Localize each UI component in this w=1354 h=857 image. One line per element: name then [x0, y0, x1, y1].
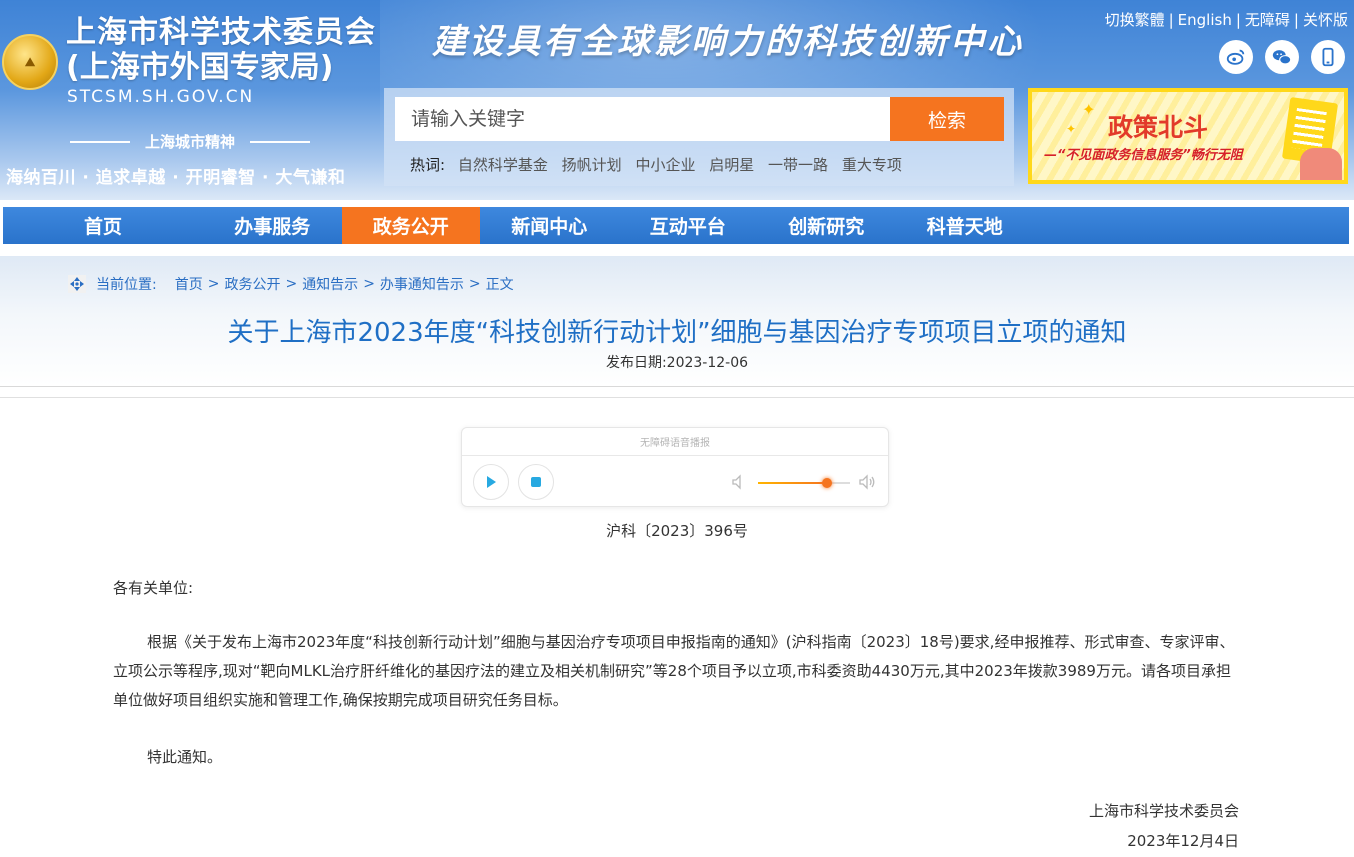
hot-words: 热词: 自然科学基金 扬帆计划 中小企业 启明星 一带一路 重大专项 — [410, 154, 911, 175]
hot-word-link[interactable]: 启明星 — [709, 156, 754, 174]
body-paragraph: 根据《关于发布上海市2023年度“科技创新行动计划”细胞与基因治疗专项项目申报指… — [113, 633, 1235, 709]
link-care-mode[interactable]: 关怀版 — [1303, 11, 1348, 29]
breadcrumb: 当前位置: 首页 > 政务公开 > 通知告示 > 办事通知告示 > 正文 — [68, 274, 514, 294]
article-header: 当前位置: 首页 > 政务公开 > 通知告示 > 办事通知告示 > 正文 关于上… — [0, 256, 1354, 387]
volume-low-icon[interactable] — [730, 473, 748, 491]
stop-icon — [531, 477, 541, 487]
hot-word-link[interactable]: 一带一路 — [768, 156, 828, 174]
breadcrumb-gov-affairs[interactable]: 政务公开 — [224, 274, 280, 294]
mobile-icon[interactable] — [1311, 40, 1345, 74]
breadcrumb-home[interactable]: 首页 — [175, 274, 203, 294]
breadcrumb-separator: > — [207, 276, 220, 292]
volume-fill — [758, 482, 827, 484]
salutation: 各有关单位: — [113, 579, 194, 597]
article-title: 关于上海市2023年度“科技创新行动计划”细胞与基因治疗专项项目立项的通知 — [227, 318, 1127, 348]
logo-emblem-icon[interactable]: ⛰ — [2, 34, 58, 90]
volume-high-icon[interactable] — [858, 473, 876, 491]
hot-word-link[interactable]: 扬帆计划 — [562, 156, 622, 174]
sign-date: 2023年12月4日 — [1127, 832, 1239, 850]
link-traditional-chinese[interactable]: 切换繁體 — [1105, 11, 1165, 29]
link-accessibility[interactable]: 无障碍 — [1245, 11, 1290, 29]
nav-item-home[interactable]: 首页 — [3, 207, 203, 244]
star-icon: ✦ — [1082, 100, 1096, 119]
weibo-icon[interactable] — [1219, 40, 1253, 74]
org-domain: STCSM.SH.GOV.CN — [67, 87, 255, 107]
publish-date: 发布日期:2023-12-06 — [605, 355, 749, 371]
play-icon — [487, 476, 496, 488]
body-paragraph: 特此通知。 — [147, 748, 223, 766]
nav-item-gov-affairs[interactable]: 政务公开 — [341, 207, 480, 244]
volume-slider[interactable] — [758, 478, 850, 488]
search-button[interactable]: 检索 — [890, 97, 1004, 141]
location-icon — [68, 275, 86, 293]
city-spirit-text: 海纳百川 · 追求卓越 · 开明睿智 · 大气谦和 — [6, 168, 346, 188]
nav-item-services[interactable]: 办事服务 — [203, 207, 342, 244]
org-subtitle: (上海市外国专家局) — [66, 50, 334, 85]
slogan: 建设具有全球影响力的科技创新中心 — [432, 22, 1024, 62]
play-button[interactable] — [473, 464, 509, 500]
breadcrumb-separator: > — [468, 276, 481, 292]
breadcrumb-label: 当前位置: — [96, 277, 157, 293]
search-area: 检索 热词: 自然科学基金 扬帆计划 中小企业 启明星 一带一路 重大专项 — [384, 88, 1014, 186]
breadcrumb-separator: > — [363, 276, 375, 292]
star-icon: ✦ — [1066, 122, 1077, 136]
player-caption: 无障碍语音播报 — [640, 438, 710, 449]
search-input[interactable] — [395, 97, 892, 141]
document-number: 沪科〔2023〕396号 — [606, 522, 748, 540]
site-header: ⛰ 上海市科学技术委员会 (上海市外国专家局) STCSM.SH.GOV.CN … — [0, 0, 1354, 200]
hot-words-label: 热词: — [410, 156, 446, 174]
org-name[interactable]: 上海市科学技术委员会 — [66, 16, 376, 50]
hot-word-link[interactable]: 中小企业 — [635, 156, 695, 174]
wechat-icon[interactable] — [1265, 40, 1299, 74]
breadcrumb-current: 正文 — [485, 277, 514, 293]
breadcrumb-separator: > — [285, 276, 298, 292]
top-links: 切换繁體 | English | 无障碍 | 关怀版 — [1104, 11, 1348, 29]
link-english[interactable]: English — [1178, 11, 1232, 29]
breadcrumb-notices[interactable]: 通知告示 — [302, 274, 358, 294]
stop-button[interactable] — [518, 464, 554, 500]
audio-player: 无障碍语音播报 — [461, 427, 889, 507]
nav-item-news[interactable]: 新闻中心 — [480, 207, 619, 244]
nav-item-science[interactable]: 科普天地 — [896, 207, 1035, 244]
nav-item-interaction[interactable]: 互动平台 — [619, 207, 758, 244]
city-spirit-title: 上海城市精神 — [70, 131, 310, 152]
main-nav: 首页 办事服务 政务公开 新闻中心 互动平台 创新研究 科普天地 — [3, 207, 1349, 244]
progress-bar[interactable] — [462, 455, 888, 456]
nav-item-innovation[interactable]: 创新研究 — [757, 207, 896, 244]
hot-word-link[interactable]: 自然科学基金 — [458, 156, 548, 174]
breadcrumb-service-notices[interactable]: 办事通知告示 — [380, 274, 464, 294]
banner-title: 政策北斗 — [1108, 113, 1209, 142]
banner-subtitle: —“不见面政务信息服务”畅行无阻 — [1044, 148, 1243, 163]
volume-knob[interactable] — [822, 478, 832, 488]
hot-word-link[interactable]: 重大专项 — [842, 156, 902, 174]
hand-icon — [1300, 148, 1342, 180]
policy-beidou-banner[interactable]: ✦ ✦ 政策北斗 —“不见面政务信息服务”畅行无阻 — [1028, 88, 1348, 184]
signer: 上海市科学技术委员会 — [1088, 802, 1239, 820]
